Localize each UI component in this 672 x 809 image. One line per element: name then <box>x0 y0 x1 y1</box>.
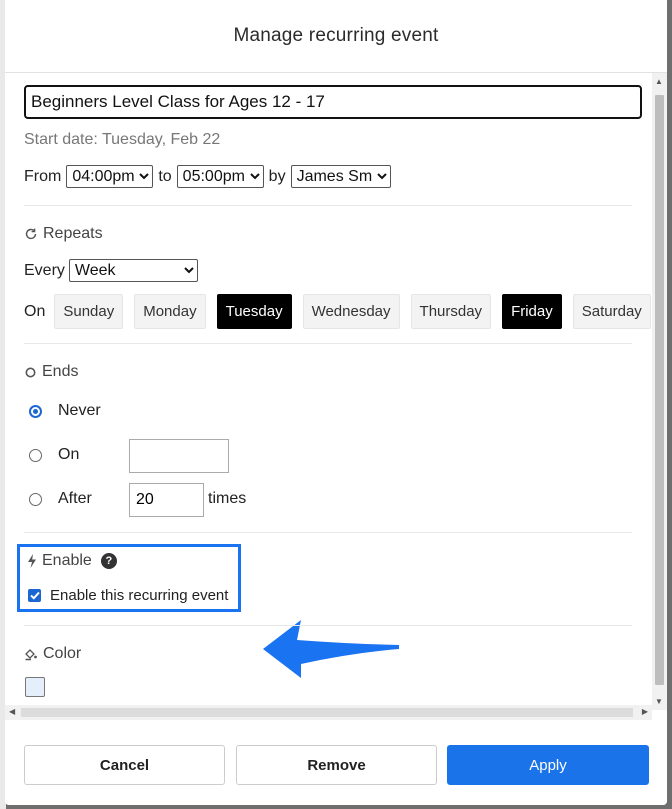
ends-after-count-input[interactable] <box>129 483 204 517</box>
every-select[interactable]: Week <box>68 259 198 282</box>
bolt-icon <box>27 554 37 568</box>
modal-body[interactable]: Start date: Tuesday, Feb 22 From 04:00pm… <box>5 73 667 710</box>
every-row: Every Week <box>24 259 198 282</box>
color-header: Color <box>24 645 81 663</box>
enable-label: Enable <box>42 552 92 569</box>
day-button-saturday[interactable]: Saturday <box>572 294 651 329</box>
ends-header: Ends <box>24 363 78 381</box>
day-button-tuesday[interactable]: Tuesday <box>216 294 292 329</box>
divider <box>24 625 632 626</box>
scroll-down-icon[interactable]: ▼ <box>655 697 663 706</box>
ends-after-option[interactable]: After <box>29 490 92 508</box>
every-label: Every <box>24 261 65 279</box>
horizontal-scrollbar[interactable]: ◀ ▶ <box>5 705 652 720</box>
by-user-select[interactable]: James Sm <box>290 165 391 188</box>
scroll-right-icon[interactable]: ▶ <box>642 707 648 716</box>
scroll-up-icon[interactable]: ▲ <box>655 77 663 86</box>
ends-on-radio[interactable] <box>29 448 42 462</box>
to-label: to <box>158 167 172 185</box>
enable-checkbox[interactable] <box>28 589 41 602</box>
enable-checkbox-label: Enable this recurring event <box>50 587 229 604</box>
cancel-button[interactable]: Cancel <box>24 745 225 785</box>
horizontal-scroll-thumb[interactable] <box>21 708 633 717</box>
enable-checkbox-row[interactable]: Enable this recurring event <box>28 587 228 604</box>
enable-header: Enable ? <box>27 552 117 570</box>
divider <box>24 205 632 206</box>
circle-icon <box>24 366 37 379</box>
paint-bucket-icon <box>24 648 38 661</box>
pointer-arrow-icon <box>263 620 399 678</box>
color-swatch[interactable] <box>25 677 45 697</box>
by-label: by <box>268 167 286 185</box>
time-row: From 04:00pm to 05:00pm by James Sm <box>24 165 391 188</box>
ends-on-option[interactable]: On <box>29 446 79 464</box>
ends-never-option[interactable]: Never <box>29 402 101 420</box>
ends-after-radio[interactable] <box>29 492 42 506</box>
days-row: On Sunday Monday Tuesday Wednesday Thurs… <box>24 294 651 329</box>
vertical-scroll-thumb[interactable] <box>655 95 664 685</box>
apply-button[interactable]: Apply <box>447 745 649 785</box>
remove-button[interactable]: Remove <box>236 745 437 785</box>
modal-header: Manage recurring event <box>5 0 667 73</box>
event-title-input[interactable] <box>24 85 642 119</box>
divider <box>24 532 632 533</box>
from-time-select[interactable]: 04:00pm <box>66 165 154 188</box>
ends-on-date-input[interactable] <box>129 439 229 473</box>
day-button-friday[interactable]: Friday <box>502 294 562 329</box>
help-icon[interactable]: ? <box>100 553 117 569</box>
day-button-thursday[interactable]: Thursday <box>410 294 492 329</box>
on-days-label: On <box>24 302 46 320</box>
modal-title: Manage recurring event <box>233 25 439 46</box>
to-time-select[interactable]: 05:00pm <box>176 165 264 188</box>
ends-never-radio[interactable] <box>29 404 42 418</box>
color-label: Color <box>43 645 82 662</box>
ends-label: Ends <box>42 363 79 380</box>
ends-on-label: On <box>58 446 80 463</box>
vertical-scrollbar[interactable]: ▲ ▼ <box>652 73 667 710</box>
day-button-wednesday[interactable]: Wednesday <box>302 294 400 329</box>
times-label: times <box>208 490 247 507</box>
day-button-sunday[interactable]: Sunday <box>54 294 124 329</box>
refresh-icon <box>24 227 38 241</box>
start-date-text: Start date: Tuesday, Feb 22 <box>24 131 221 148</box>
ends-never-label: Never <box>58 402 101 419</box>
scroll-left-icon[interactable]: ◀ <box>9 707 15 716</box>
repeats-header: Repeats <box>24 225 103 243</box>
modal-footer: Cancel Remove Apply <box>5 720 667 805</box>
day-button-monday[interactable]: Monday <box>134 294 206 329</box>
repeats-label: Repeats <box>43 225 103 242</box>
ends-after-label: After <box>58 490 92 507</box>
divider <box>24 343 632 344</box>
from-label: From <box>24 167 62 185</box>
recurring-event-modal: Manage recurring event Start date: Tuesd… <box>5 0 667 805</box>
